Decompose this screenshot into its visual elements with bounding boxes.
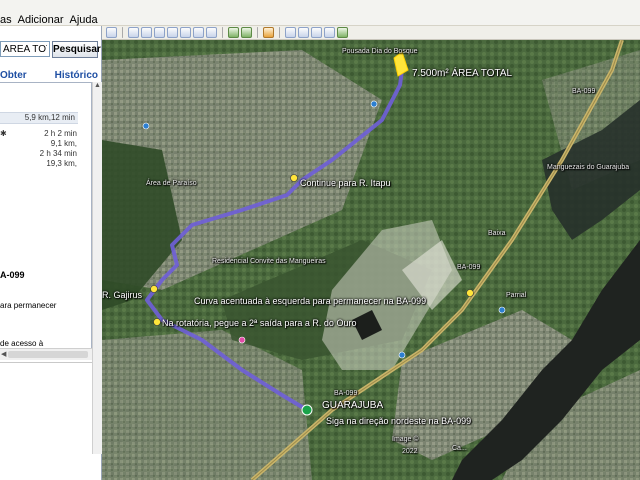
map-toolbar — [102, 26, 640, 40]
satellite-map[interactable]: 7.500m² ÁREA TOTAL Pousada Dia do Bosque… — [102, 40, 640, 480]
label-continue-itapu[interactable]: Continue para R. Itapu — [300, 178, 391, 188]
places-panel — [0, 362, 102, 454]
label-curve-left[interactable]: Curva acentuada à esquerda para permanec… — [194, 296, 426, 306]
label-pousada[interactable]: Pousada Dia do Bosque — [342, 48, 418, 55]
save-image-icon[interactable] — [311, 27, 322, 38]
places-scrollbar[interactable] — [92, 346, 102, 454]
record-tour-icon[interactable] — [180, 27, 191, 38]
label-rotatoria[interactable]: Na rotatória, pegue a 2ª saída para a R.… — [162, 318, 356, 328]
search-input[interactable] — [0, 41, 50, 57]
path-icon[interactable] — [154, 27, 165, 38]
label-parrial[interactable]: Parrial — [506, 292, 526, 299]
menu-item-add[interactable]: Adicionar — [18, 14, 70, 26]
step-road-name[interactable]: A-099 — [0, 270, 25, 280]
route-times: ✱ 2 h 2 min 9,1 km, 2 h 34 min 19,3 km, — [0, 129, 78, 169]
email-icon[interactable] — [285, 27, 296, 38]
image-credit: Image © — [392, 436, 419, 443]
print-icon[interactable] — [298, 27, 309, 38]
label-ba099-c[interactable]: BA-099 — [334, 390, 357, 397]
step-instruction-2[interactable]: de acesso à — [0, 339, 43, 348]
label-guarajuba[interactable]: GUARAJUBA — [322, 400, 383, 411]
toolbar-separator — [257, 27, 258, 38]
ruler-icon[interactable] — [263, 27, 274, 38]
label-nordeste[interactable]: Siga na direção nordeste na BA-099 — [326, 416, 471, 426]
route-distance-1: 9,1 km, — [50, 139, 77, 148]
label-ba099-b[interactable]: BA-099 — [572, 88, 595, 95]
sunlight-icon[interactable] — [206, 27, 217, 38]
label-gajirus[interactable]: R. Gajirus — [102, 290, 142, 300]
label-ca: Ca... — [452, 445, 467, 452]
vertical-scrollbar[interactable]: ▲ ▼ — [92, 82, 102, 356]
route-summary[interactable]: 5,9 km,12 min — [0, 112, 78, 124]
polygon-icon[interactable] — [141, 27, 152, 38]
toolbar-separator — [122, 27, 123, 38]
route-distance-2: 19,3 km, — [46, 159, 77, 168]
horizontal-scrollbar[interactable]: ◀ ▶ — [0, 348, 100, 360]
menu-item-help[interactable]: Ajuda — [69, 14, 103, 26]
menu-item-tools[interactable]: as — [0, 14, 18, 26]
toolbar-separator — [222, 27, 223, 38]
sidebar-toggle-icon[interactable] — [106, 27, 117, 38]
scroll-up-icon[interactable]: ▲ — [94, 82, 101, 89]
step-instruction[interactable]: ara permanecer — [0, 301, 56, 311]
label-mangueiras[interactable]: Residencial Convite das Mangueiras — [212, 258, 326, 265]
label-manguezais[interactable]: Manguezais do Guarajuba — [547, 164, 629, 171]
sky-icon[interactable] — [241, 27, 252, 38]
earth-icon[interactable] — [228, 27, 239, 38]
map-imagery — [102, 40, 640, 480]
route-time-1: 2 h 2 min — [44, 129, 77, 138]
search-row: Pesquisar — [0, 40, 102, 58]
toolbar-separator — [279, 27, 280, 38]
bullet-icon: ✱ — [0, 129, 7, 138]
route-time-2: 2 h 34 min — [39, 149, 77, 158]
label-area-total[interactable]: 7.500m² ÁREA TOTAL — [412, 68, 512, 79]
view-in-maps-icon[interactable] — [324, 27, 335, 38]
label-ba099-a[interactable]: BA-099 — [457, 264, 480, 271]
image-overlay-icon[interactable] — [167, 27, 178, 38]
scroll-thumb[interactable] — [8, 351, 88, 358]
label-baixa[interactable]: Baixa — [488, 230, 506, 237]
placemark-icon[interactable] — [128, 27, 139, 38]
globe-icon[interactable] — [337, 27, 348, 38]
scroll-left-icon[interactable]: ◀ — [1, 350, 6, 358]
label-paraiso[interactable]: Área de Paraíso — [146, 180, 197, 187]
menu-bar: as Adicionar Ajuda — [0, 0, 640, 26]
search-button[interactable]: Pesquisar — [52, 40, 101, 58]
imagery-year: 2022 — [402, 448, 418, 455]
historical-imagery-icon[interactable] — [193, 27, 204, 38]
